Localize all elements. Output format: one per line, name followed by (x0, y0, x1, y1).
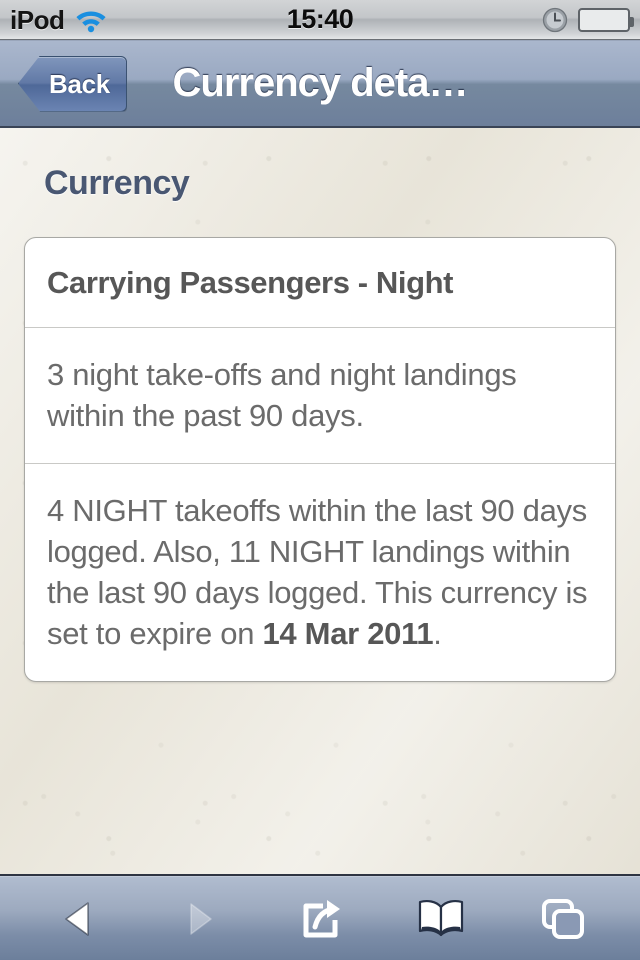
card-row: Carrying Passengers - Night (25, 238, 615, 327)
currency-requirement: 3 night take-offs and night landings wit… (47, 357, 517, 434)
carrier-label: iPod (10, 4, 65, 35)
navigation-bar: Back Currency deta… (0, 40, 640, 128)
content-area: Currency Carrying Passengers - Night 3 n… (0, 128, 640, 876)
status-bar-right (542, 7, 634, 33)
share-button[interactable] (276, 887, 364, 951)
triangle-right-icon (175, 895, 223, 943)
currency-expiry-date: 14 Mar 2011 (262, 616, 434, 652)
card-row: 4 NIGHT takeoffs within the last 90 days… (25, 462, 615, 681)
bookmarks-button[interactable] (397, 887, 485, 951)
bottom-toolbar (0, 876, 640, 960)
share-icon (294, 893, 346, 945)
currency-status-suffix: . (433, 616, 442, 652)
currency-card: Carrying Passengers - Night 3 night take… (24, 237, 616, 682)
status-bar: iPod 15:40 (0, 0, 640, 40)
currency-status: 4 NIGHT takeoffs within the last 90 days… (47, 490, 593, 655)
alarm-clock-icon (542, 7, 568, 33)
currency-name: Carrying Passengers - Night (47, 265, 454, 300)
nav-back-label: Back (49, 68, 110, 99)
battery-full-icon (578, 7, 634, 32)
back-button[interactable] (34, 887, 122, 951)
pages-icon (536, 895, 588, 943)
forward-button[interactable] (155, 887, 243, 951)
card-row: 3 night take-offs and night landings wit… (25, 327, 615, 462)
section-heading: Currency (44, 164, 190, 202)
nav-back-button[interactable]: Back (18, 55, 127, 112)
book-icon (415, 897, 467, 941)
wifi-icon (74, 7, 108, 33)
iphone-screen: iPod 15:40 Back Currency deta… Currency … (0, 0, 640, 960)
status-bar-left: iPod (10, 7, 108, 33)
tabs-button[interactable] (518, 887, 606, 951)
triangle-left-icon (54, 895, 102, 943)
